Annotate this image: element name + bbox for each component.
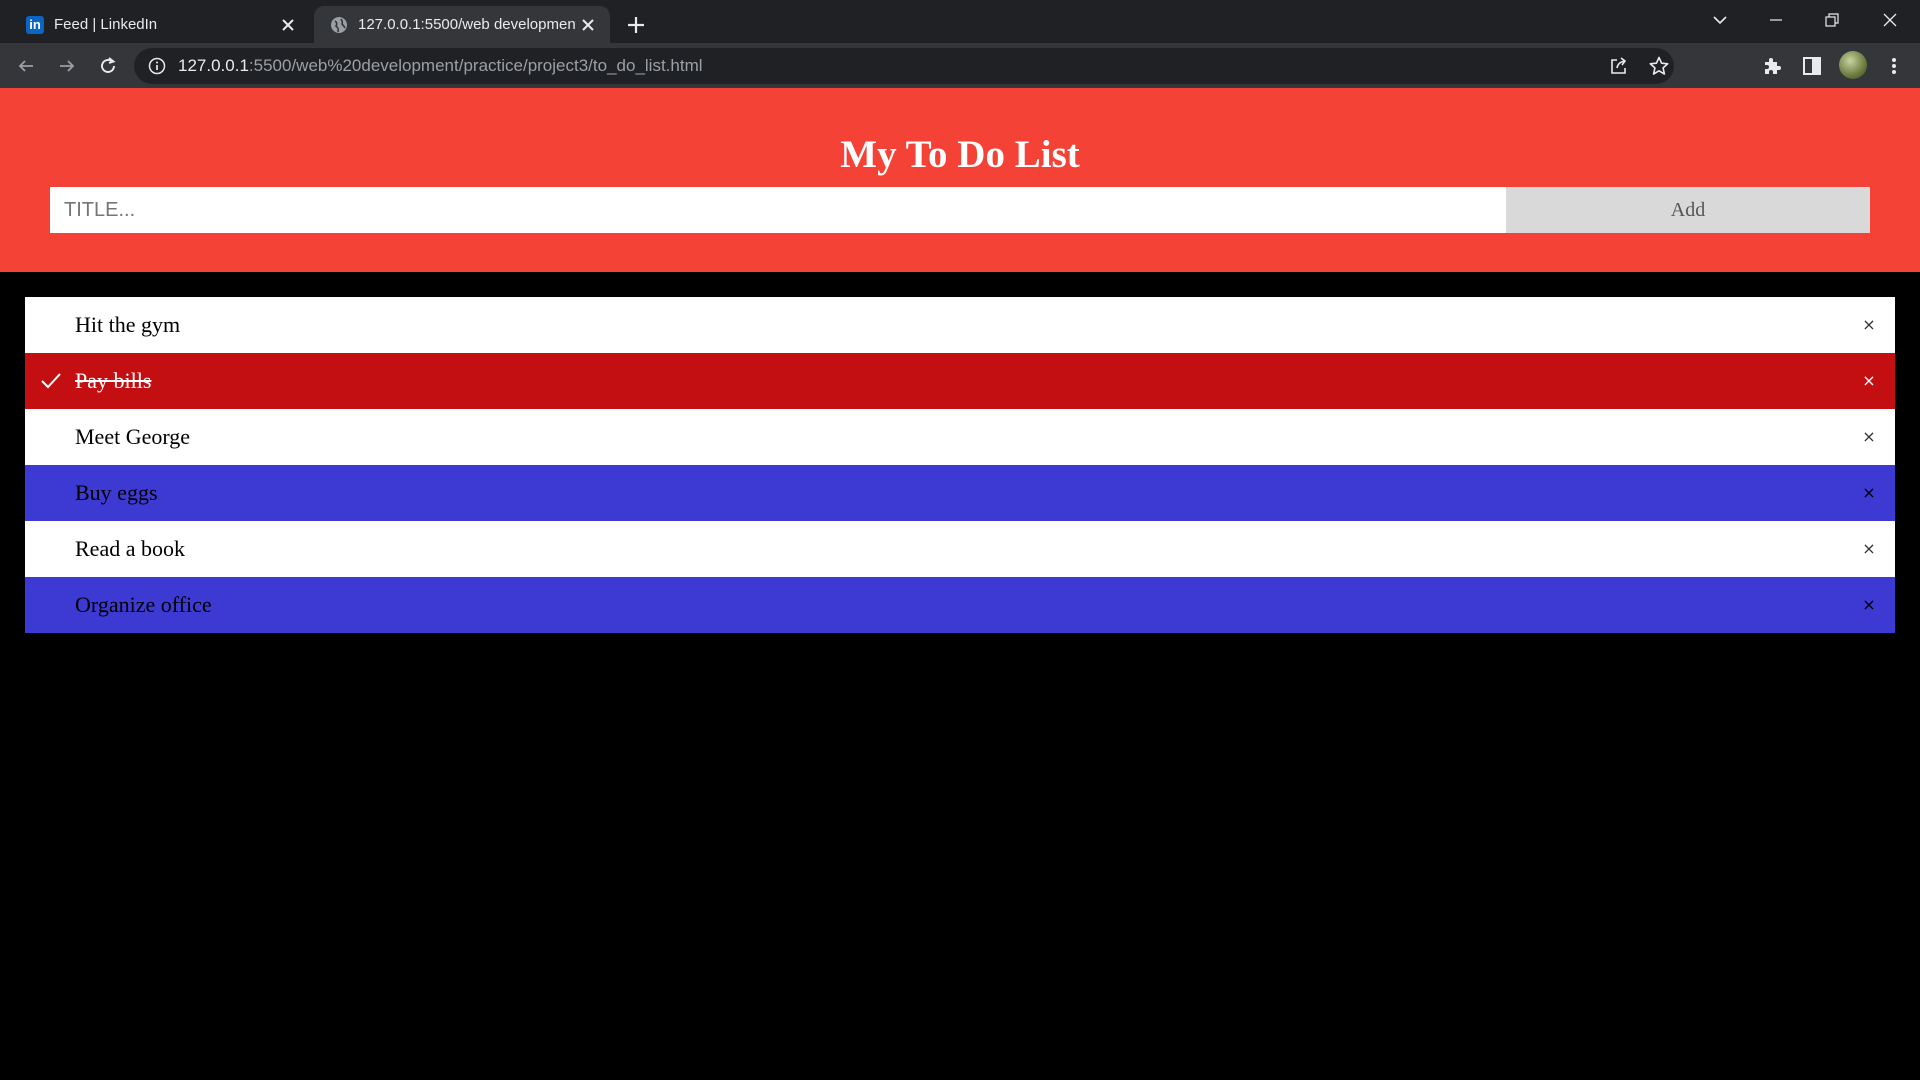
tab-strip: in Feed | LinkedIn 127.0.0.1:5500/web de… xyxy=(0,0,1920,43)
tab-search-button[interactable] xyxy=(1692,0,1748,40)
close-icon[interactable]: × xyxy=(1857,311,1881,339)
restore-button[interactable] xyxy=(1804,0,1860,40)
todo-label: Read a book xyxy=(75,536,185,561)
share-icon[interactable] xyxy=(1608,55,1630,77)
checkmark-icon xyxy=(41,373,61,389)
info-icon[interactable] xyxy=(148,57,166,75)
chevron-down-icon xyxy=(1713,16,1727,25)
tab-localhost[interactable]: 127.0.0.1:5500/web development xyxy=(314,6,610,43)
page-title: My To Do List xyxy=(840,133,1080,176)
reload-button[interactable] xyxy=(92,50,124,82)
add-button[interactable]: Add xyxy=(1506,187,1870,233)
todo-label: Organize office xyxy=(75,592,212,617)
close-window-button[interactable] xyxy=(1862,0,1918,40)
todo-list: Hit the gym × Pay bills × Meet George × Buy eg… xyxy=(25,297,1895,633)
globe-icon xyxy=(331,16,347,33)
arrow-right-icon xyxy=(60,60,75,72)
extensions-icon[interactable] xyxy=(1760,54,1784,78)
bookmark-star-icon[interactable] xyxy=(1648,55,1670,77)
todo-label: Buy eggs xyxy=(75,480,158,505)
url-text[interactable]: 127.0.0.1:5500/web%20development/practic… xyxy=(178,56,703,76)
arrow-left-icon xyxy=(18,60,33,72)
tab-linkedin[interactable]: in Feed | LinkedIn xyxy=(10,6,310,43)
back-button[interactable] xyxy=(10,50,42,82)
todo-item[interactable]: Buy eggs × xyxy=(25,465,1895,521)
todo-label: Hit the gym xyxy=(75,312,181,337)
todo-item[interactable]: Pay bills × xyxy=(25,353,1895,409)
new-tab-icon[interactable] xyxy=(622,11,650,39)
browser-toolbar: 127.0.0.1:5500/web%20development/practic… xyxy=(0,43,1920,88)
restore-icon xyxy=(1825,13,1839,27)
close-icon[interactable]: × xyxy=(1857,367,1881,395)
tab-title: 127.0.0.1:5500/web development xyxy=(358,16,576,33)
todo-header: My To Do List Add xyxy=(0,88,1920,272)
minimize-button[interactable] xyxy=(1748,0,1804,40)
page-content: My To Do List Add Hit the gym × Pay bills ×… xyxy=(0,88,1920,1080)
close-icon[interactable]: × xyxy=(1857,535,1881,563)
reload-icon xyxy=(101,57,116,73)
todo-label: Pay bills xyxy=(75,368,152,393)
avatar[interactable] xyxy=(1839,51,1867,79)
close-icon[interactable] xyxy=(576,13,600,37)
close-icon[interactable]: × xyxy=(1857,479,1881,507)
forward-button[interactable] xyxy=(51,50,83,82)
close-icon[interactable]: × xyxy=(1857,591,1881,619)
linkedin-icon: in xyxy=(26,15,44,34)
close-icon[interactable]: × xyxy=(1857,423,1881,451)
todo-item[interactable]: Meet George × xyxy=(25,409,1895,465)
todo-item[interactable]: Hit the gym × xyxy=(25,297,1895,353)
todo-item[interactable]: Organize office × xyxy=(25,577,1895,633)
more-vert-icon[interactable] xyxy=(1882,54,1906,78)
close-icon xyxy=(1883,13,1897,27)
url-path: :5500/web%20development/practice/project… xyxy=(248,56,703,75)
close-icon[interactable] xyxy=(276,13,300,37)
address-bar[interactable]: 127.0.0.1:5500/web%20development/practic… xyxy=(134,48,1674,84)
minimize-icon xyxy=(1770,19,1782,21)
side-panel-icon[interactable] xyxy=(1800,54,1824,78)
title-input[interactable] xyxy=(50,187,1506,233)
tab-title: Feed | LinkedIn xyxy=(54,16,158,33)
todo-item[interactable]: Read a book × xyxy=(25,521,1895,577)
url-host: 127.0.0.1 xyxy=(178,56,249,75)
todo-label: Meet George xyxy=(75,424,191,449)
